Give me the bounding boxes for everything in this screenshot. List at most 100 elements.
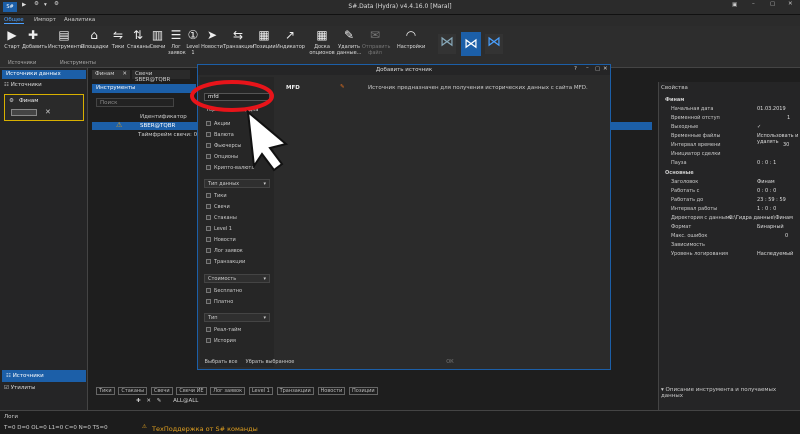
data-type-checkbox[interactable]: Level 1 — [206, 226, 268, 235]
ticks-icon: ⇋ — [112, 28, 124, 42]
menu-general[interactable]: Общее — [4, 17, 24, 24]
toggle-positions[interactable]: Позиции — [349, 387, 378, 395]
prop-row[interactable]: Уровень логирования Наследуемый — [659, 251, 800, 259]
candles-value[interactable]: Свечи ИЕ — [176, 387, 207, 395]
toggle-ticks[interactable]: Тики — [96, 387, 115, 395]
positions-button[interactable]: ▦ Позиции — [253, 28, 276, 66]
data-type-checkbox[interactable]: Лог заявок — [206, 248, 268, 257]
menu-import[interactable]: Импорт — [34, 17, 56, 23]
deselect-button[interactable]: Убрать выбранное — [244, 357, 296, 367]
delete-data-button[interactable]: ✎ Удалить данные... — [336, 28, 362, 66]
title-bar: S# ▶ ⚙ ▾ ⚙ S#.Data (Hydra) v4.4.16.0 [Ma… — [0, 0, 800, 15]
toggle-candles[interactable]: Свечи — [150, 387, 173, 395]
prop-row[interactable]: Работать с0 : 0 : 0 — [659, 188, 800, 196]
nav-sources[interactable]: ☷ Источники — [2, 370, 86, 382]
transactions-button[interactable]: ⇆ Транзакции — [223, 28, 254, 66]
minimize-icon[interactable]: – — [752, 1, 755, 7]
plus-icon[interactable]: ✚ — [136, 398, 141, 404]
ok-button[interactable]: ОК — [442, 357, 458, 367]
maximize-icon[interactable]: ▢ — [770, 1, 775, 7]
prop-row[interactable]: Заголовок Финам — [659, 179, 800, 187]
minimize-icon[interactable]: – — [586, 65, 589, 71]
select-all-button[interactable]: Выбрать все — [202, 357, 240, 367]
all-selector[interactable]: ALL@ALL — [173, 398, 198, 404]
prop-row[interactable]: Инициатор сделки — [659, 151, 800, 159]
data-type-section[interactable]: Тип данных ▾ — [204, 179, 270, 188]
cost-checkbox[interactable]: Бесплатно — [206, 288, 268, 297]
kind-section[interactable]: Тип ▾ — [204, 313, 270, 322]
close-icon[interactable]: ✕ — [122, 71, 127, 77]
data-type-checkbox[interactable]: Новости — [206, 237, 268, 246]
building-icon: ⌂ — [90, 28, 98, 42]
toggle-order-log[interactable]: Лог заявок — [210, 387, 246, 395]
chevron-down-icon: ▾ — [263, 181, 266, 187]
toggle-level1[interactable]: Level 1 — [248, 387, 273, 395]
sources-icon: ☷ — [4, 82, 9, 88]
source-toggle[interactable] — [11, 109, 37, 116]
prop-row[interactable]: Формат Бинарный — [659, 224, 800, 232]
level1-button[interactable]: ① Level 1 — [185, 28, 201, 66]
properties-footer[interactable]: ▾ Описание инструмента и получаемых данн… — [661, 387, 799, 399]
options-desk-button[interactable]: ▦ Доска опционов — [308, 28, 336, 66]
sources-panel-header: Источники данных — [2, 70, 86, 79]
depths-button[interactable]: ⇅ Стаканы — [127, 28, 150, 66]
toggle-news[interactable]: Новости — [317, 387, 346, 395]
nav-utils[interactable]: ☑ Утилиты — [4, 385, 84, 395]
order-log-button[interactable]: ☰ Лог заявок — [168, 28, 186, 66]
data-type-checkbox[interactable]: Стаканы — [206, 215, 268, 224]
ribbon-group-instruments: Инструменты — [60, 60, 96, 66]
result-row-mfd[interactable]: MFD ✎ Источник предназначен для получени… — [282, 83, 602, 93]
tab-candles[interactable]: Свечи SBER@TQBR — [132, 70, 190, 83]
document-icon: ▤ — [58, 28, 70, 42]
close-icon[interactable]: ✕ — [788, 1, 793, 7]
prop-row[interactable]: Временные файлы Использовать и удалять — [659, 133, 800, 145]
pencil-icon[interactable]: ✎ — [157, 398, 162, 404]
data-type-checkbox[interactable]: Свечи — [206, 204, 268, 213]
send-file-button[interactable]: ✉ Отправить файл — [362, 28, 390, 66]
data-type-checkbox[interactable]: Транзакции — [206, 259, 268, 268]
tab-finam[interactable]: Финам ✕ — [92, 70, 130, 79]
close-icon[interactable]: ✕ — [45, 108, 51, 116]
send-icon: ➤ — [206, 28, 218, 42]
prop-row[interactable]: Макс. ошибок 0 — [659, 233, 800, 241]
help-icon[interactable]: ? — [574, 66, 577, 72]
prop-row[interactable]: Зависимость — [659, 242, 800, 250]
vs-icon[interactable]: ⋈ — [438, 34, 456, 54]
prop-row[interactable]: Интервал времени 30 — [659, 142, 800, 150]
instrument-search[interactable]: Поиск — [96, 98, 174, 107]
cost-checkbox[interactable]: Платно — [206, 299, 268, 308]
dock-icon[interactable]: ▣ — [732, 2, 737, 8]
positions-icon: ▦ — [258, 28, 270, 42]
indicator-button[interactable]: ↗ Индикатор — [276, 28, 305, 66]
prop-row[interactable]: Пауза 0 : 0 : 1 — [659, 160, 800, 168]
group-finam[interactable]: Финам — [659, 97, 800, 105]
prop-row[interactable]: Выходные ✓ — [659, 124, 800, 132]
kind-checkbox[interactable]: Реал-тайм — [206, 327, 268, 336]
prop-row[interactable]: Директория с данными C:\Гидра данные\Фина… — [659, 215, 800, 223]
sources-group[interactable]: ☷ Источники — [4, 82, 84, 91]
vs-icon[interactable]: ⋈ — [485, 34, 503, 54]
support-link[interactable]: ТехПоддержка от S# команды — [152, 425, 258, 433]
close-icon[interactable]: ✕ — [603, 66, 608, 72]
source-card-finam[interactable]: ⚙ Финам ✕ — [4, 94, 84, 121]
kind-checkbox[interactable]: История — [206, 338, 268, 347]
candles-button[interactable]: ▥ Свечи — [149, 28, 166, 66]
toggle-depths[interactable]: Стаканы — [118, 387, 148, 395]
vs-icon-active[interactable]: ⋈ — [461, 32, 481, 56]
prop-row[interactable]: Начальная дата 01.03.2019 — [659, 106, 800, 114]
menu-analytics[interactable]: Аналитика — [64, 17, 95, 23]
settings-button[interactable]: ◠ Настройки — [397, 28, 425, 66]
pointer-arrow — [246, 109, 289, 172]
prop-row[interactable]: Работать до 23 : 59 : 59 — [659, 197, 800, 205]
group-basic[interactable]: Основные — [659, 170, 800, 178]
menu-bar: Общее Импорт Аналитика — [0, 15, 800, 26]
prop-row[interactable]: Интервал работы 1 : 0 : 0 — [659, 206, 800, 214]
toggle-transactions[interactable]: Транзакции — [276, 387, 314, 395]
cost-section[interactable]: Стоимость ▾ — [204, 274, 270, 283]
ticks-button[interactable]: ⇋ Тики — [110, 28, 126, 66]
maximize-icon[interactable]: ▢ — [595, 66, 600, 72]
close-icon[interactable]: ✕ — [146, 398, 151, 404]
news-button[interactable]: ➤ Новости — [201, 28, 223, 66]
prop-row[interactable]: Временной отступ 1 — [659, 115, 800, 123]
data-type-checkbox[interactable]: Тики — [206, 193, 268, 202]
